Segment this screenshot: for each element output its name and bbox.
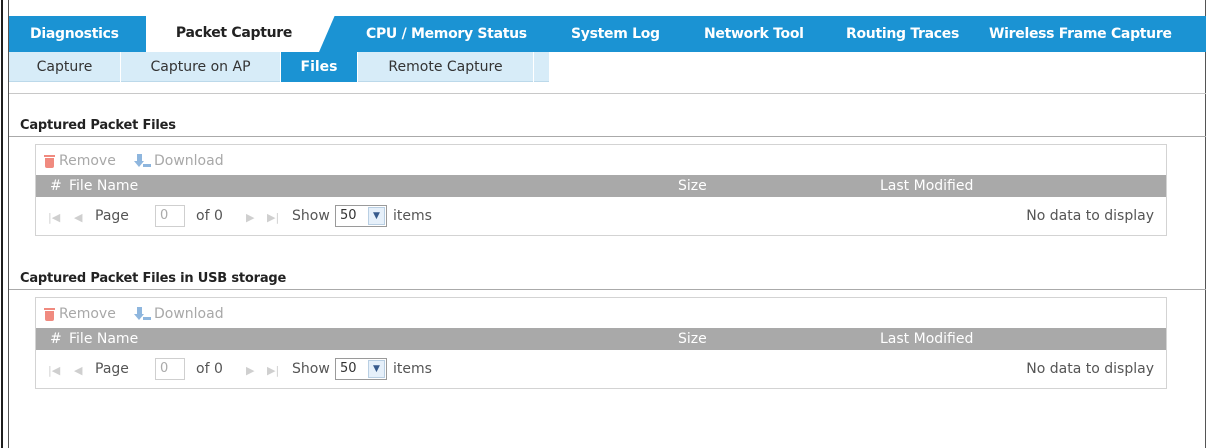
section-title-captured-packet-files: Captured Packet Files	[20, 118, 176, 133]
first-page-icon[interactable]: |◀	[48, 211, 60, 224]
grid-toolbar: Remove Download	[36, 298, 1166, 328]
show-label: Show	[292, 208, 330, 224]
download-icon	[134, 307, 151, 321]
remove-button[interactable]: Remove	[43, 152, 116, 170]
items-label: items	[393, 208, 432, 224]
page-label: Page	[95, 208, 129, 224]
main-tab-bar: Diagnostics Packet Capture CPU / Memory …	[9, 15, 1206, 52]
subtab-files[interactable]: Files	[281, 52, 358, 82]
empty-status-text: No data to display	[1026, 208, 1154, 224]
page-size-select[interactable]: 50 ▼	[335, 205, 387, 227]
column-header-number[interactable]: #	[50, 175, 62, 197]
dropdown-arrow-icon[interactable]: ▼	[368, 207, 385, 225]
remove-label: Remove	[59, 153, 116, 169]
tab-routing-traces[interactable]: Routing Traces	[846, 16, 959, 52]
tab-wireless-frame-capture[interactable]: Wireless Frame Capture	[989, 16, 1172, 52]
prev-page-icon[interactable]: ◀	[74, 211, 82, 224]
last-page-icon[interactable]: ▶|	[267, 364, 279, 377]
page-number-input[interactable]: 0	[155, 205, 185, 227]
column-header-last-modified[interactable]: Last Modified	[880, 328, 973, 350]
tab-system-log[interactable]: System Log	[571, 16, 660, 52]
page-label: Page	[95, 361, 129, 377]
last-page-icon[interactable]: ▶|	[267, 211, 279, 224]
next-page-icon[interactable]: ▶	[246, 364, 254, 377]
page-count-label: of 0	[196, 208, 223, 224]
subtab-capture-on-ap[interactable]: Capture on AP	[121, 52, 281, 82]
page-size-value: 50	[340, 361, 357, 376]
page-number-input[interactable]: 0	[155, 358, 185, 380]
download-button[interactable]: Download	[134, 305, 224, 323]
remove-button[interactable]: Remove	[43, 305, 116, 323]
subtab-remote-capture[interactable]: Remote Capture	[358, 52, 534, 82]
pagination-bar: |◀ ◀ Page 0 of 0 ▶ ▶| Show 50 ▼ items No…	[36, 197, 1166, 235]
main-panel: Diagnostics Packet Capture CPU / Memory …	[8, 0, 1206, 448]
download-icon	[134, 154, 151, 168]
page-size-select[interactable]: 50 ▼	[335, 358, 387, 380]
section-divider	[9, 289, 1206, 290]
download-label: Download	[154, 153, 224, 169]
show-label: Show	[292, 361, 330, 377]
download-label: Download	[154, 306, 224, 322]
window-edge	[1, 0, 3, 448]
column-header-size[interactable]: Size	[678, 328, 707, 350]
download-button[interactable]: Download	[134, 152, 224, 170]
trash-icon	[43, 307, 56, 321]
tab-diagnostics[interactable]: Diagnostics	[30, 16, 119, 52]
tab-cpu-memory-status[interactable]: CPU / Memory Status	[366, 16, 527, 52]
tab-network-tool[interactable]: Network Tool	[704, 16, 804, 52]
usb-files-grid: Remove Download # File Name Size Last Mo…	[35, 297, 1167, 389]
grid-toolbar: Remove Download	[36, 145, 1166, 175]
sub-tab-bar: Capture Capture on AP Files Remote Captu…	[9, 52, 549, 82]
next-page-icon[interactable]: ▶	[246, 211, 254, 224]
column-header-file-name[interactable]: File Name	[69, 175, 138, 197]
section-divider	[9, 136, 1206, 137]
table-header: # File Name Size Last Modified	[36, 175, 1166, 197]
remove-label: Remove	[59, 306, 116, 322]
column-header-number[interactable]: #	[50, 328, 62, 350]
divider	[9, 93, 1206, 94]
first-page-icon[interactable]: |◀	[48, 364, 60, 377]
column-header-last-modified[interactable]: Last Modified	[880, 175, 973, 197]
empty-status-text: No data to display	[1026, 361, 1154, 377]
page-count-label: of 0	[196, 361, 223, 377]
subtab-capture[interactable]: Capture	[9, 52, 121, 82]
column-header-size[interactable]: Size	[678, 175, 707, 197]
captured-files-grid: Remove Download # File Name Size Last Mo…	[35, 144, 1167, 236]
page-size-value: 50	[340, 208, 357, 223]
table-header: # File Name Size Last Modified	[36, 328, 1166, 350]
dropdown-arrow-icon[interactable]: ▼	[368, 360, 385, 378]
prev-page-icon[interactable]: ◀	[74, 364, 82, 377]
trash-icon	[43, 154, 56, 168]
pagination-bar: |◀ ◀ Page 0 of 0 ▶ ▶| Show 50 ▼ items No…	[36, 350, 1166, 388]
section-title-usb-storage-files: Captured Packet Files in USB storage	[20, 271, 287, 286]
column-header-file-name[interactable]: File Name	[69, 328, 138, 350]
items-label: items	[393, 361, 432, 377]
tab-packet-capture[interactable]: Packet Capture	[146, 15, 335, 52]
